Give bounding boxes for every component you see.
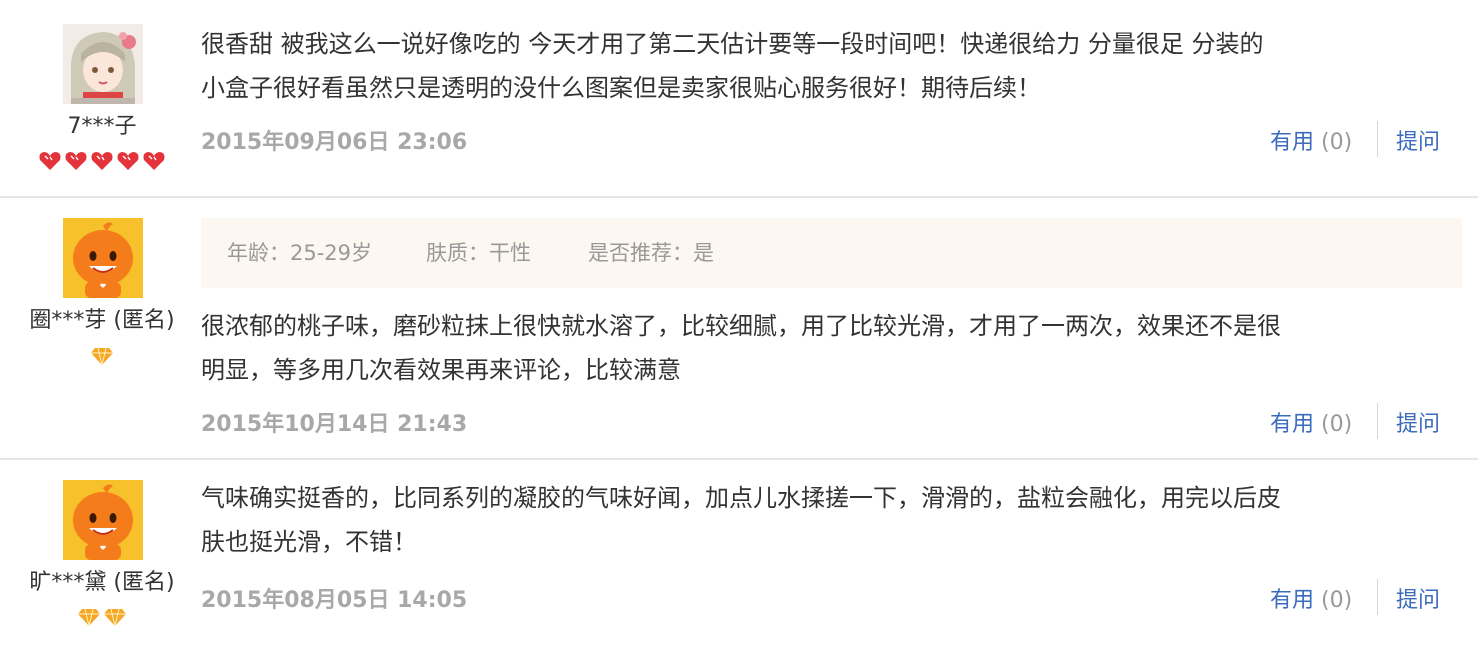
useful-button[interactable]: 有用 (0) <box>1270 406 1352 438</box>
user-avatar[interactable] <box>63 480 143 560</box>
review-tags-bar: 年龄：25-29岁 肤质：干性 是否推荐：是 <box>201 218 1462 288</box>
action-divider <box>1377 121 1378 157</box>
diamond-icon <box>104 608 126 627</box>
review-content-line: 小盒子很好看虽然只是透明的没什么图案但是卖家很贴心服务很好！期待后续！ <box>201 74 1041 102</box>
taobao-mascot-avatar-icon <box>63 218 143 298</box>
review-item: 旷***黛 (匿名) 气味确实挺香的，比同系列的凝胶的气味好闻，加点儿水揉搓一下… <box>0 460 1478 650</box>
heart-icon <box>65 152 87 170</box>
action-divider <box>1377 403 1378 439</box>
review-content: 很浓郁的桃子味，磨砂粒抹上很快就水溶了，比较细腻，用了比较光滑，才用了一两次，效… <box>201 304 1451 392</box>
diamond-icon <box>78 608 100 627</box>
username[interactable]: 旷***黛 (匿名) <box>0 564 204 596</box>
user-avatar[interactable] <box>63 218 143 298</box>
username[interactable]: 7***子 <box>0 108 204 140</box>
user-level <box>0 150 204 172</box>
useful-label: 有用 <box>1270 588 1315 613</box>
user-avatar[interactable] <box>63 24 143 104</box>
heart-icon <box>39 152 61 170</box>
review-content-line: 肤也挺光滑，不错！ <box>201 528 417 556</box>
ask-button[interactable]: 提问 <box>1396 582 1440 614</box>
useful-label: 有用 <box>1270 130 1315 155</box>
review-date: 2015年09月06日 23:06 <box>201 130 468 155</box>
diamond-icon <box>91 347 113 366</box>
review-content-line: 很浓郁的桃子味，磨砂粒抹上很快就水溶了，比较细腻，用了比较光滑，才用了一两次，效… <box>201 312 1281 340</box>
ask-button[interactable]: 提问 <box>1396 406 1440 438</box>
review-item: 7***子 很香甜 被我这么一说好像吃的 今天才用了第二天估计要等一段时间吧！快… <box>0 0 1478 198</box>
review-content-line: 很香甜 被我这么一说好像吃的 今天才用了第二天估计要等一段时间吧！快递很给力 分… <box>201 30 1264 58</box>
heart-icon <box>143 152 165 170</box>
review-content: 气味确实挺香的，比同系列的凝胶的气味好闻，加点儿水揉搓一下，滑滑的，盐粒会融化，… <box>201 476 1451 564</box>
username[interactable]: 圈***芽 (匿名) <box>0 302 204 334</box>
review-date: 2015年10月14日 21:43 <box>201 412 468 437</box>
review-date: 2015年08月05日 14:05 <box>201 588 468 613</box>
ask-button[interactable]: 提问 <box>1396 124 1440 156</box>
anime-girl-avatar-icon <box>63 24 143 104</box>
heart-icon <box>117 152 139 170</box>
action-divider <box>1377 579 1378 615</box>
useful-label: 有用 <box>1270 412 1315 437</box>
taobao-mascot-avatar-icon <box>63 480 143 560</box>
useful-count: (0) <box>1321 412 1353 437</box>
review-content-line: 明显，等多用几次看效果再来评论，比较满意 <box>201 356 681 384</box>
heart-icon <box>91 152 113 170</box>
useful-button[interactable]: 有用 (0) <box>1270 582 1352 614</box>
review-content-line: 气味确实挺香的，比同系列的凝胶的气味好闻，加点儿水揉搓一下，滑滑的，盐粒会融化，… <box>201 484 1281 512</box>
tag-recommend: 是否推荐：是 <box>588 241 714 265</box>
useful-button[interactable]: 有用 (0) <box>1270 124 1352 156</box>
review-content: 很香甜 被我这么一说好像吃的 今天才用了第二天估计要等一段时间吧！快递很给力 分… <box>201 22 1451 110</box>
user-level <box>0 607 204 627</box>
tag-age: 年龄：25-29岁 <box>227 241 373 265</box>
review-item: 圈***芽 (匿名) 年龄：25-29岁 肤质：干性 是否推荐：是 很浓郁的桃子… <box>0 198 1478 460</box>
useful-count: (0) <box>1321 130 1353 155</box>
tag-skin: 肤质：干性 <box>426 241 531 265</box>
user-level <box>0 346 204 366</box>
useful-count: (0) <box>1321 588 1353 613</box>
